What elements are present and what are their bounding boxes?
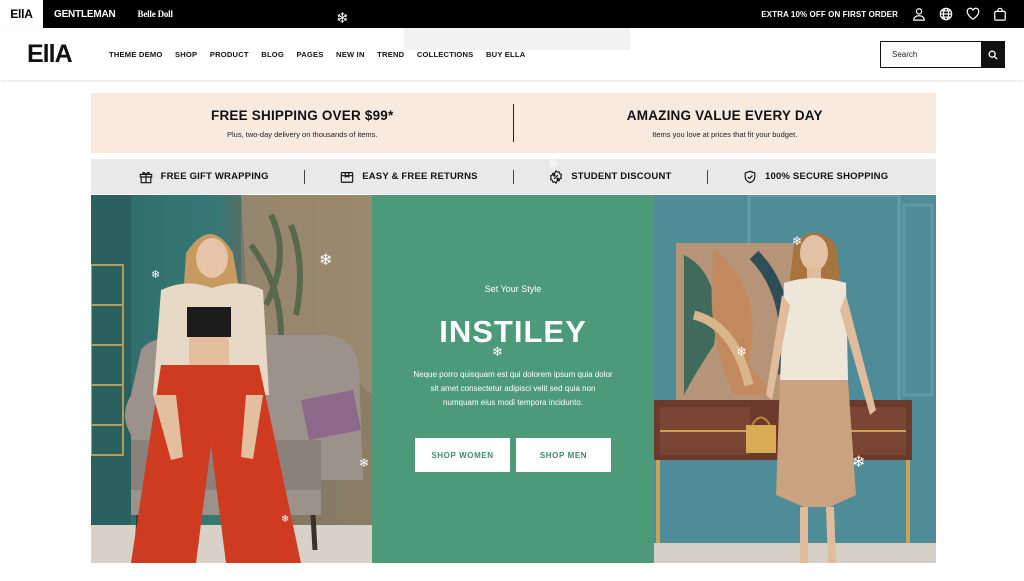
feature-returns[interactable]: EASY & FREE RETURNS [340, 170, 478, 184]
snowflake-decoration: ❄ [736, 344, 747, 359]
globe-icon[interactable] [937, 6, 954, 23]
feature-divider [303, 169, 305, 184]
nav-item-blog[interactable]: BLOG [261, 50, 284, 59]
snowflake-decoration: ❄ [792, 234, 803, 248]
site-logo[interactable]: EllA [27, 40, 85, 69]
shield-check-icon [744, 170, 756, 183]
banner-divider [513, 104, 514, 142]
women-model-illustration [91, 195, 372, 563]
feature-divider [706, 169, 708, 184]
search-input[interactable] [881, 42, 981, 67]
promo-text[interactable]: EXTRA 10% OFF ON FIRST ORDER [761, 10, 898, 19]
feature-student-discount[interactable]: STUDENT DISCOUNT [549, 169, 672, 184]
nav-item-product[interactable]: PRODUCT [210, 50, 249, 59]
snowflake-decoration: ❄ [151, 269, 161, 281]
shipping-block-free: FREE SHIPPING OVER $99* Plus, two-day de… [91, 93, 514, 153]
snowflake-decoration: ❄ [492, 344, 503, 359]
shipping-subtitle: Plus, two-day delivery on thousands of i… [227, 129, 378, 139]
top-bar: EllA GENTLEMAN Belle Doll EXTRA 10% OFF … [0, 0, 1024, 28]
hero-section: ❄ ❄ ❄ ❄ Set Your Style INSTILEY Neque po… [91, 157, 936, 563]
heart-icon[interactable] [964, 6, 981, 23]
faded-tooltip [404, 28, 630, 50]
topbar-utilities: EXTRA 10% OFF ON FIRST ORDER [761, 6, 1024, 23]
hero-title: INSTILEY [439, 314, 587, 349]
main-nav: THEME DEMO SHOP PRODUCT BLOG PAGES NEW I… [109, 50, 525, 59]
shipping-banner: FREE SHIPPING OVER $99* Plus, two-day de… [91, 93, 936, 153]
snowflake-decoration: ❄ [359, 456, 370, 470]
nav-item-buy-ella[interactable]: BUY ELLA [486, 50, 525, 59]
value-subtitle: Items you love at prices that fit your b… [652, 129, 798, 139]
search-icon [988, 50, 998, 60]
snowflake-decoration: ❄ [281, 514, 290, 525]
hero-description: Neque porro quisquam est qui dolorem ips… [413, 370, 613, 407]
hero-buttons: SHOP WOMEN SHOP MEN [415, 438, 611, 472]
shop-men-button[interactable]: SHOP MEN [516, 438, 611, 472]
hero-promo-panel: Set Your Style INSTILEY Neque porro quis… [372, 157, 654, 563]
feature-divider [512, 169, 514, 184]
feature-secure-shopping[interactable]: 100% SECURE SHOPPING [743, 170, 888, 184]
hero-image-women[interactable]: ❄ ❄ ❄ ❄ [91, 195, 372, 563]
gift-icon [139, 171, 152, 183]
feature-label: 100% SECURE SHOPPING [764, 171, 889, 182]
nav-item-pages[interactable]: PAGES [297, 50, 324, 59]
features-bar: FREE GIFT WRAPPING EASY & FREE RETURNS S… [91, 159, 936, 194]
hero-image-men[interactable]: ❄ ❄ ❄ [654, 195, 936, 563]
box-icon [340, 171, 354, 183]
shipping-title: FREE SHIPPING OVER $99* [211, 107, 394, 123]
value-title: AMAZING VALUE EVERY DAY [626, 107, 823, 123]
nav-item-new-in[interactable]: NEW IN [336, 50, 365, 59]
snowflake-decoration: ❄ [336, 10, 349, 27]
nav-item-collections[interactable]: COLLECTIONS [417, 50, 474, 59]
search-button[interactable] [981, 42, 1004, 67]
nav-item-shop[interactable]: SHOP [175, 50, 197, 59]
snowflake-decoration: ❄ [319, 252, 333, 269]
user-icon[interactable] [910, 6, 927, 23]
search-box [880, 41, 1005, 68]
hero-kicker: Set Your Style [484, 284, 542, 294]
fashion-model-illustration [654, 195, 936, 563]
bag-icon[interactable] [991, 6, 1008, 23]
brand-tab-ella[interactable]: EllA [0, 0, 43, 28]
feature-label: FREE GIFT WRAPPING [160, 171, 269, 182]
brand-tab-gentleman[interactable]: GENTLEMAN [43, 0, 127, 28]
nav-item-theme-demo[interactable]: THEME DEMO [109, 50, 162, 59]
feature-label: EASY & FREE RETURNS [362, 171, 478, 182]
nav-item-trend[interactable]: TREND [377, 50, 404, 59]
snowflake-decoration: ❄ [548, 156, 559, 171]
shop-women-button[interactable]: SHOP WOMEN [415, 438, 510, 472]
snowflake-decoration: ❄ [852, 454, 866, 471]
brand-tab-belle-doll[interactable]: Belle Doll [127, 0, 184, 28]
shipping-block-value: AMAZING VALUE EVERY DAY Items you love a… [514, 93, 937, 153]
feature-gift-wrapping[interactable]: FREE GIFT WRAPPING [139, 170, 269, 184]
discount-icon [550, 169, 563, 184]
feature-label: STUDENT DISCOUNT [571, 171, 672, 182]
